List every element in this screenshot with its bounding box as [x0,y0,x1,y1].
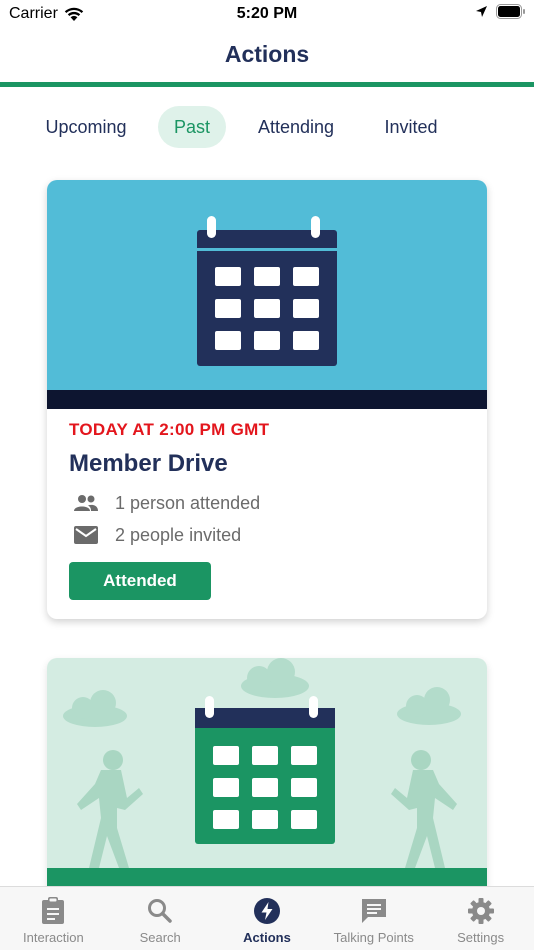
action-card[interactable] [47,658,487,898]
card-hero-band [47,390,487,409]
attended-count: 1 person attended [115,492,261,513]
gear-icon [467,898,494,924]
calendar-scene-illustration [63,658,461,868]
invited-row: 2 people invited [69,524,465,546]
event-datetime: TODAY AT 2:00 PM GMT [69,420,270,439]
bottom-tab-bar: Interaction Search Actions Talking Point… [0,886,534,950]
calendar-icon [197,216,337,366]
card-hero-image [47,180,487,390]
nav-interaction[interactable]: Interaction [0,887,107,950]
card-hero-image [47,658,487,868]
tab-upcoming[interactable]: Upcoming [30,106,142,148]
nav-label: Interaction [23,930,84,945]
battery-icon [496,4,525,19]
mail-icon [69,526,103,544]
tab-attending[interactable]: Attending [244,106,348,148]
location-arrow-icon [476,6,487,17]
nav-label: Actions [243,930,291,945]
nav-label: Settings [457,930,505,945]
filter-tabs: Upcoming Past Attending Invited [0,106,534,148]
nav-settings[interactable]: Settings [427,887,534,950]
nav-actions[interactable]: Actions [214,887,321,950]
tab-past[interactable]: Past [158,106,226,148]
attended-status-button[interactable]: Attended [69,562,211,600]
action-card[interactable]: TODAY AT 2:00 PM GMT Member Drive 1 pers… [47,180,487,619]
status-time: 5:20 PM [236,5,298,22]
lightning-icon [253,898,280,924]
nav-search[interactable]: Search [107,887,214,950]
nav-label: Search [139,930,181,945]
nav-label: Talking Points [333,930,414,945]
page-title: Actions [224,41,310,67]
status-bar: Carrier 5:20 PM [0,0,534,28]
event-title: Member Drive [69,450,228,477]
status-indicators [475,4,526,19]
invited-count: 2 people invited [115,524,242,545]
search-icon [148,899,172,923]
nav-header: Actions [0,28,534,82]
tab-invited[interactable]: Invited [368,106,454,148]
attended-row: 1 person attended [69,492,465,514]
people-icon [69,494,103,512]
header-divider [0,82,534,87]
clipboard-icon [42,897,65,924]
chat-icon [361,899,386,923]
card-body: TODAY AT 2:00 PM GMT Member Drive 1 pers… [69,420,465,546]
nav-talking-points[interactable]: Talking Points [320,887,427,950]
